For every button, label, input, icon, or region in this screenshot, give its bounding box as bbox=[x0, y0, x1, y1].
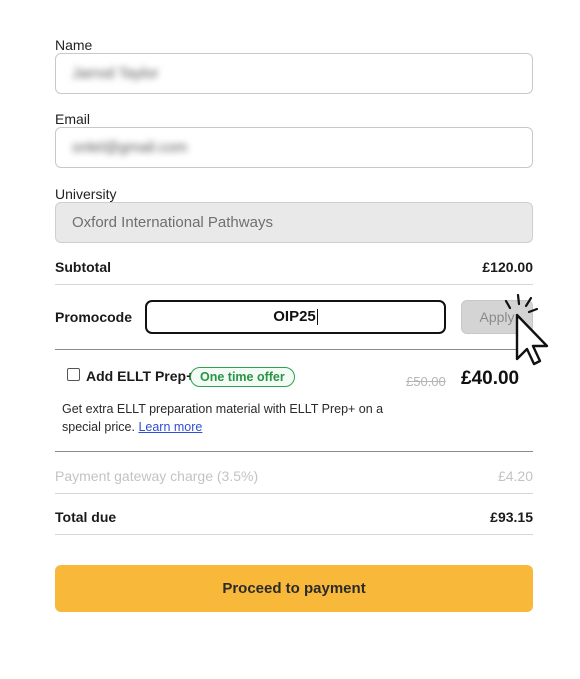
promocode-value: OIP25 bbox=[273, 308, 316, 325]
gateway-row: Payment gateway charge (3.5%) £4.20 bbox=[55, 468, 533, 484]
offer-badge: One time offer bbox=[190, 367, 295, 387]
addon-description-text: Get extra ELLT preparation material with… bbox=[62, 402, 384, 434]
addon-new-price: £40.00 bbox=[461, 368, 520, 389]
university-field: Oxford International Pathways bbox=[55, 202, 533, 243]
subtotal-value: £120.00 bbox=[482, 259, 533, 275]
gateway-label: Payment gateway charge (3.5%) bbox=[55, 468, 259, 484]
subtotal-row: Subtotal £120.00 bbox=[55, 259, 533, 275]
total-row: Total due £93.15 bbox=[55, 509, 533, 525]
university-label: University bbox=[55, 186, 117, 202]
name-field[interactable]: Jarrod Taylor bbox=[55, 53, 533, 94]
addon-title: Add ELLT Prep+ bbox=[86, 368, 195, 384]
divider bbox=[55, 451, 533, 452]
addon-checkbox[interactable] bbox=[67, 368, 80, 381]
divider bbox=[55, 284, 533, 285]
gateway-value: £4.20 bbox=[497, 468, 533, 484]
name-label: Name bbox=[55, 37, 93, 53]
email-label: Email bbox=[55, 111, 91, 127]
total-value: £93.15 bbox=[490, 509, 533, 525]
divider bbox=[55, 493, 533, 494]
text-caret bbox=[316, 309, 318, 326]
total-label: Total due bbox=[55, 509, 117, 525]
divider bbox=[55, 349, 533, 350]
proceed-to-payment-button[interactable]: Proceed to payment bbox=[55, 565, 533, 612]
email-value: onlel@gmail.com bbox=[72, 139, 188, 156]
hand-pointer-click-icon bbox=[504, 293, 549, 366]
university-value: Oxford International Pathways bbox=[72, 214, 273, 231]
addon-description: Get extra ELLT preparation material with… bbox=[62, 400, 392, 436]
promocode-label: Promocode bbox=[55, 309, 133, 325]
name-value: Jarrod Taylor bbox=[72, 65, 159, 82]
email-field[interactable]: onlel@gmail.com bbox=[55, 127, 533, 168]
subtotal-label: Subtotal bbox=[55, 259, 111, 275]
learn-more-link[interactable]: Learn more bbox=[138, 420, 202, 434]
divider bbox=[55, 534, 533, 535]
addon-old-price: £50.00 bbox=[406, 374, 446, 389]
promocode-input[interactable]: OIP25 bbox=[145, 300, 446, 334]
